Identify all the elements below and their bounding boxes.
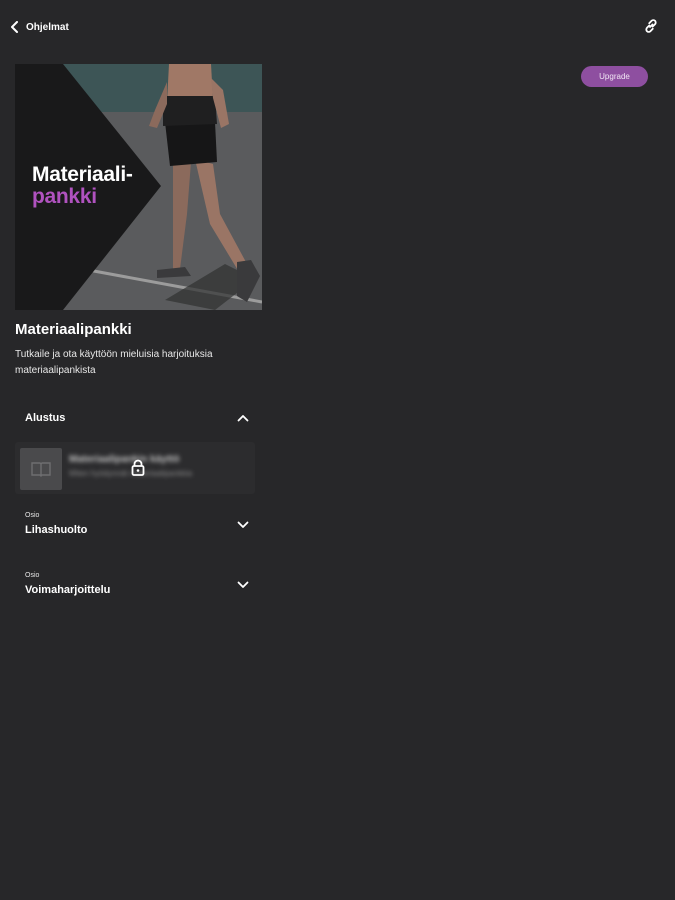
back-label: Ohjelmat [26,21,69,33]
section-voimaharjoittelu[interactable]: Osio Voimaharjoittelu [15,570,255,604]
cover-title: Materiaali- pankki [32,164,133,208]
cover-title-line-1: Materiaali- [32,163,133,186]
program-title: Materiaalipankki [15,321,132,338]
section-lihashuolto[interactable]: Osio Lihashuolto [15,510,255,544]
section-label: Osio [25,512,40,519]
share-link-button[interactable] [643,18,659,34]
cover-image: Materiaali- pankki [15,64,262,310]
upgrade-button[interactable]: Upgrade [581,66,648,87]
back-button[interactable]: Ohjelmat [10,17,69,37]
chevron-left-icon [11,21,18,33]
section-alustus[interactable]: Alustus [15,408,255,442]
book-icon [31,462,51,477]
program-page: Ohjelmat Upgrade Materiaali- pankki Mate… [0,0,675,900]
section-title: Alustus [25,412,66,424]
program-description: Tutkaile ja ota käyttöön mieluisia harjo… [15,349,213,376]
chevron-down-icon [237,581,249,588]
section-label: Osio [25,572,40,579]
cover-title-line-2: pankki [32,185,97,208]
lesson-item[interactable]: Materiaalipankin käyttö Miten hyödynnät … [15,442,255,494]
section-title: Voimaharjoittelu [25,584,111,596]
chevron-down-icon [237,521,249,528]
chevron-up-icon [237,415,249,422]
section-title: Lihashuolto [25,524,88,536]
lock-icon [131,459,145,476]
link-icon [645,19,657,33]
lesson-thumbnail [20,448,62,490]
top-bar: Ohjelmat [0,0,675,52]
